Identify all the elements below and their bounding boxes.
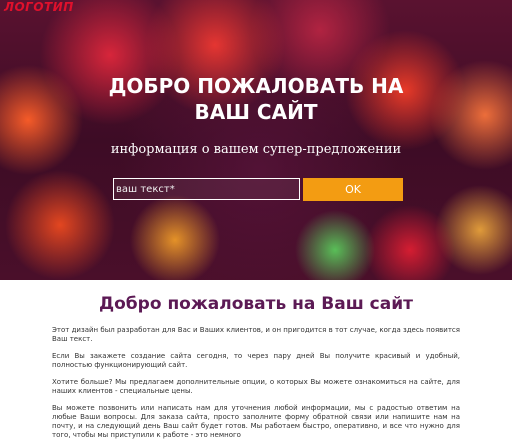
hero-subtitle: информация о вашем супер-предложении [110,142,402,157]
hero-title: ДОБРО ПОЖАЛОВАТЬ НА ВАШ САЙТ [0,73,512,125]
hero-title-line-2: ВАШ САЙТ [194,100,318,124]
paragraph-4: Вы можете позвонить или написать нам для… [52,404,460,439]
hero-form: OK [113,178,403,201]
content: Этот дизайн был разработан для Вас и Ваш… [0,314,512,440]
paragraph-1: Этот дизайн был разработан для Вас и Ваш… [52,326,460,343]
hero-title-line-1: ДОБРО ПОЖАЛОВАТЬ НА [108,74,404,98]
hero-banner: ЛОГОТИП ДОБРО ПОЖАЛОВАТЬ НА ВАШ САЙТ инф… [0,0,512,280]
paragraph-3: Хотите больше? Мы предлагаем дополнитель… [52,378,460,395]
text-input[interactable] [113,178,300,200]
paragraph-2: Если Вы закажете создание сайта сегодня,… [52,352,460,369]
ok-button[interactable]: OK [303,178,403,201]
section-title: Добро пожаловать на Ваш сайт [98,294,413,314]
logo[interactable]: ЛОГОТИП [4,0,74,14]
